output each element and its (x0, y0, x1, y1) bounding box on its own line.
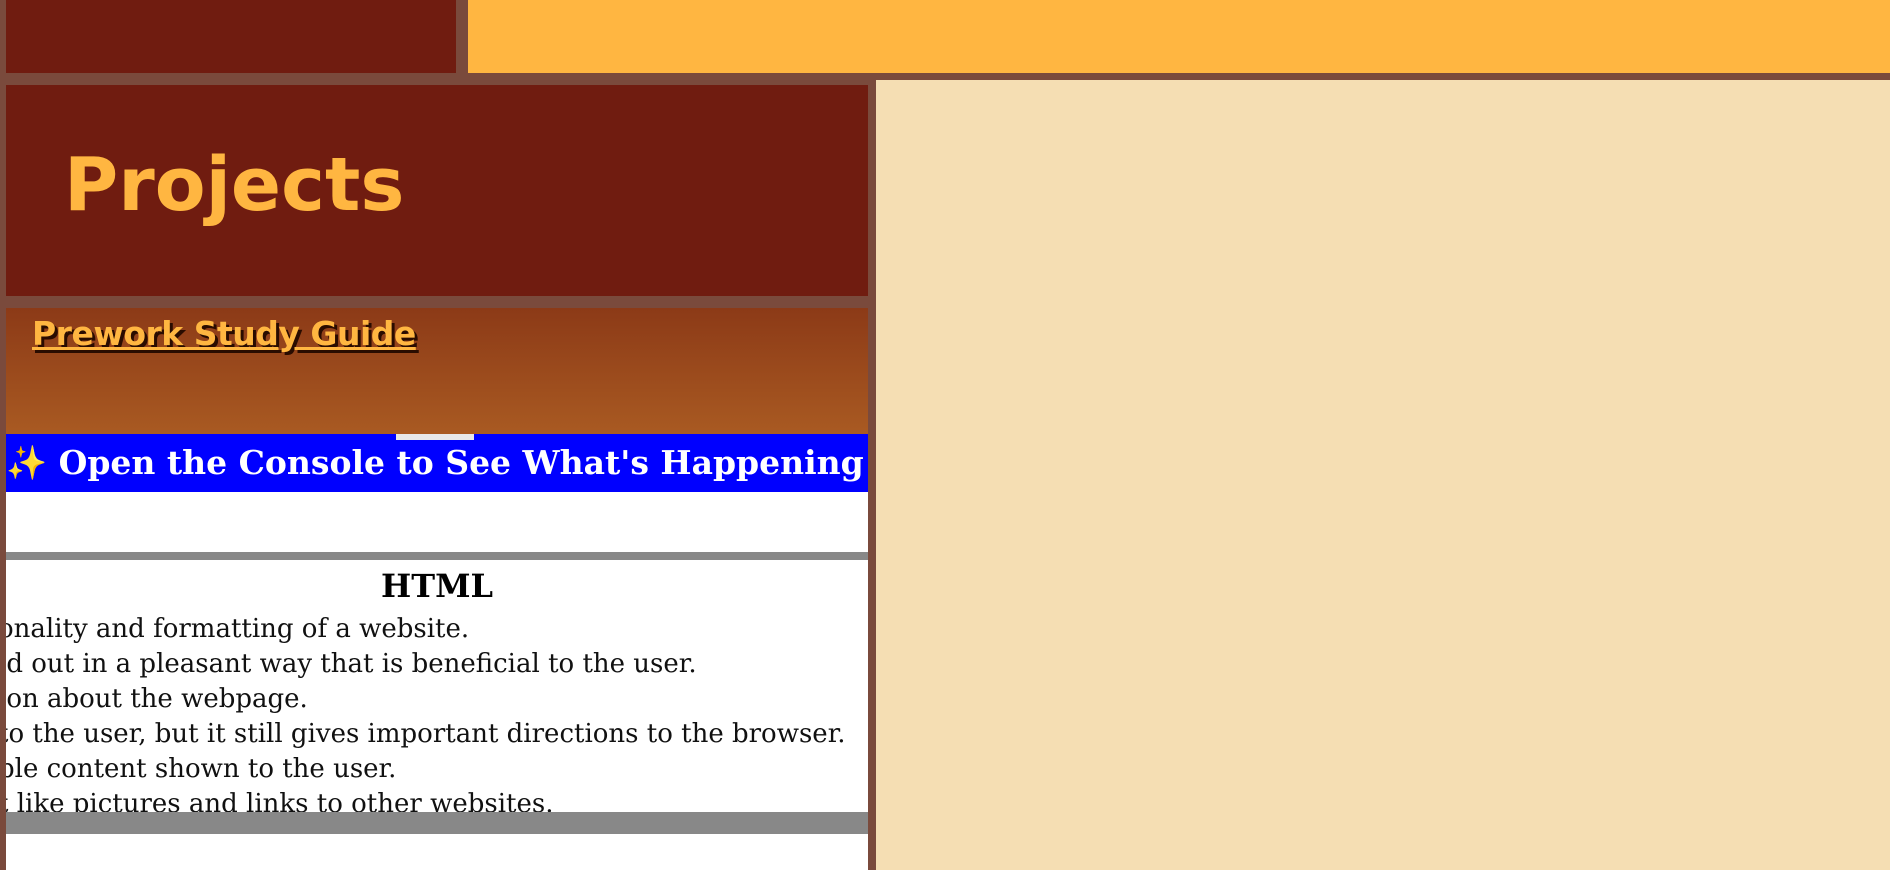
right-panel (876, 80, 1890, 870)
console-banner: ✨ Open the Console to See What's Happeni… (6, 434, 868, 492)
page-title: Projects (64, 142, 405, 228)
console-banner-text: Open the Console to See What's Happening (58, 443, 864, 482)
preview-section-heading: HTML (381, 567, 493, 605)
list-item: ion about the webpage. (6, 684, 308, 714)
preview-notes-list: onality and formatting of a website. id … (6, 612, 846, 822)
project-card-header: Prework Study Guide (6, 308, 868, 434)
list-item: to the user, but it still gives importan… (6, 719, 846, 749)
preview-divider (6, 812, 868, 834)
sparkle-icon: ✨ (6, 443, 48, 482)
top-left-block (6, 0, 456, 73)
project-card: Prework Study Guide ✨ Open the Console t… (6, 308, 868, 870)
list-item: ble content shown to the user. (6, 754, 397, 784)
list-item: id out in a pleasant way that is benefic… (6, 649, 697, 679)
preview-tab-marker (396, 434, 474, 440)
project-preview-screenshot[interactable]: ✨ Open the Console to See What's Happeni… (6, 434, 868, 870)
page: Projects Prework Study Guide ✨ Open the … (0, 0, 1890, 870)
list-item: onality and formatting of a website. (6, 614, 470, 644)
prework-study-guide-link[interactable]: Prework Study Guide (32, 314, 416, 353)
top-banner (468, 0, 1890, 73)
preview-divider (6, 552, 868, 560)
